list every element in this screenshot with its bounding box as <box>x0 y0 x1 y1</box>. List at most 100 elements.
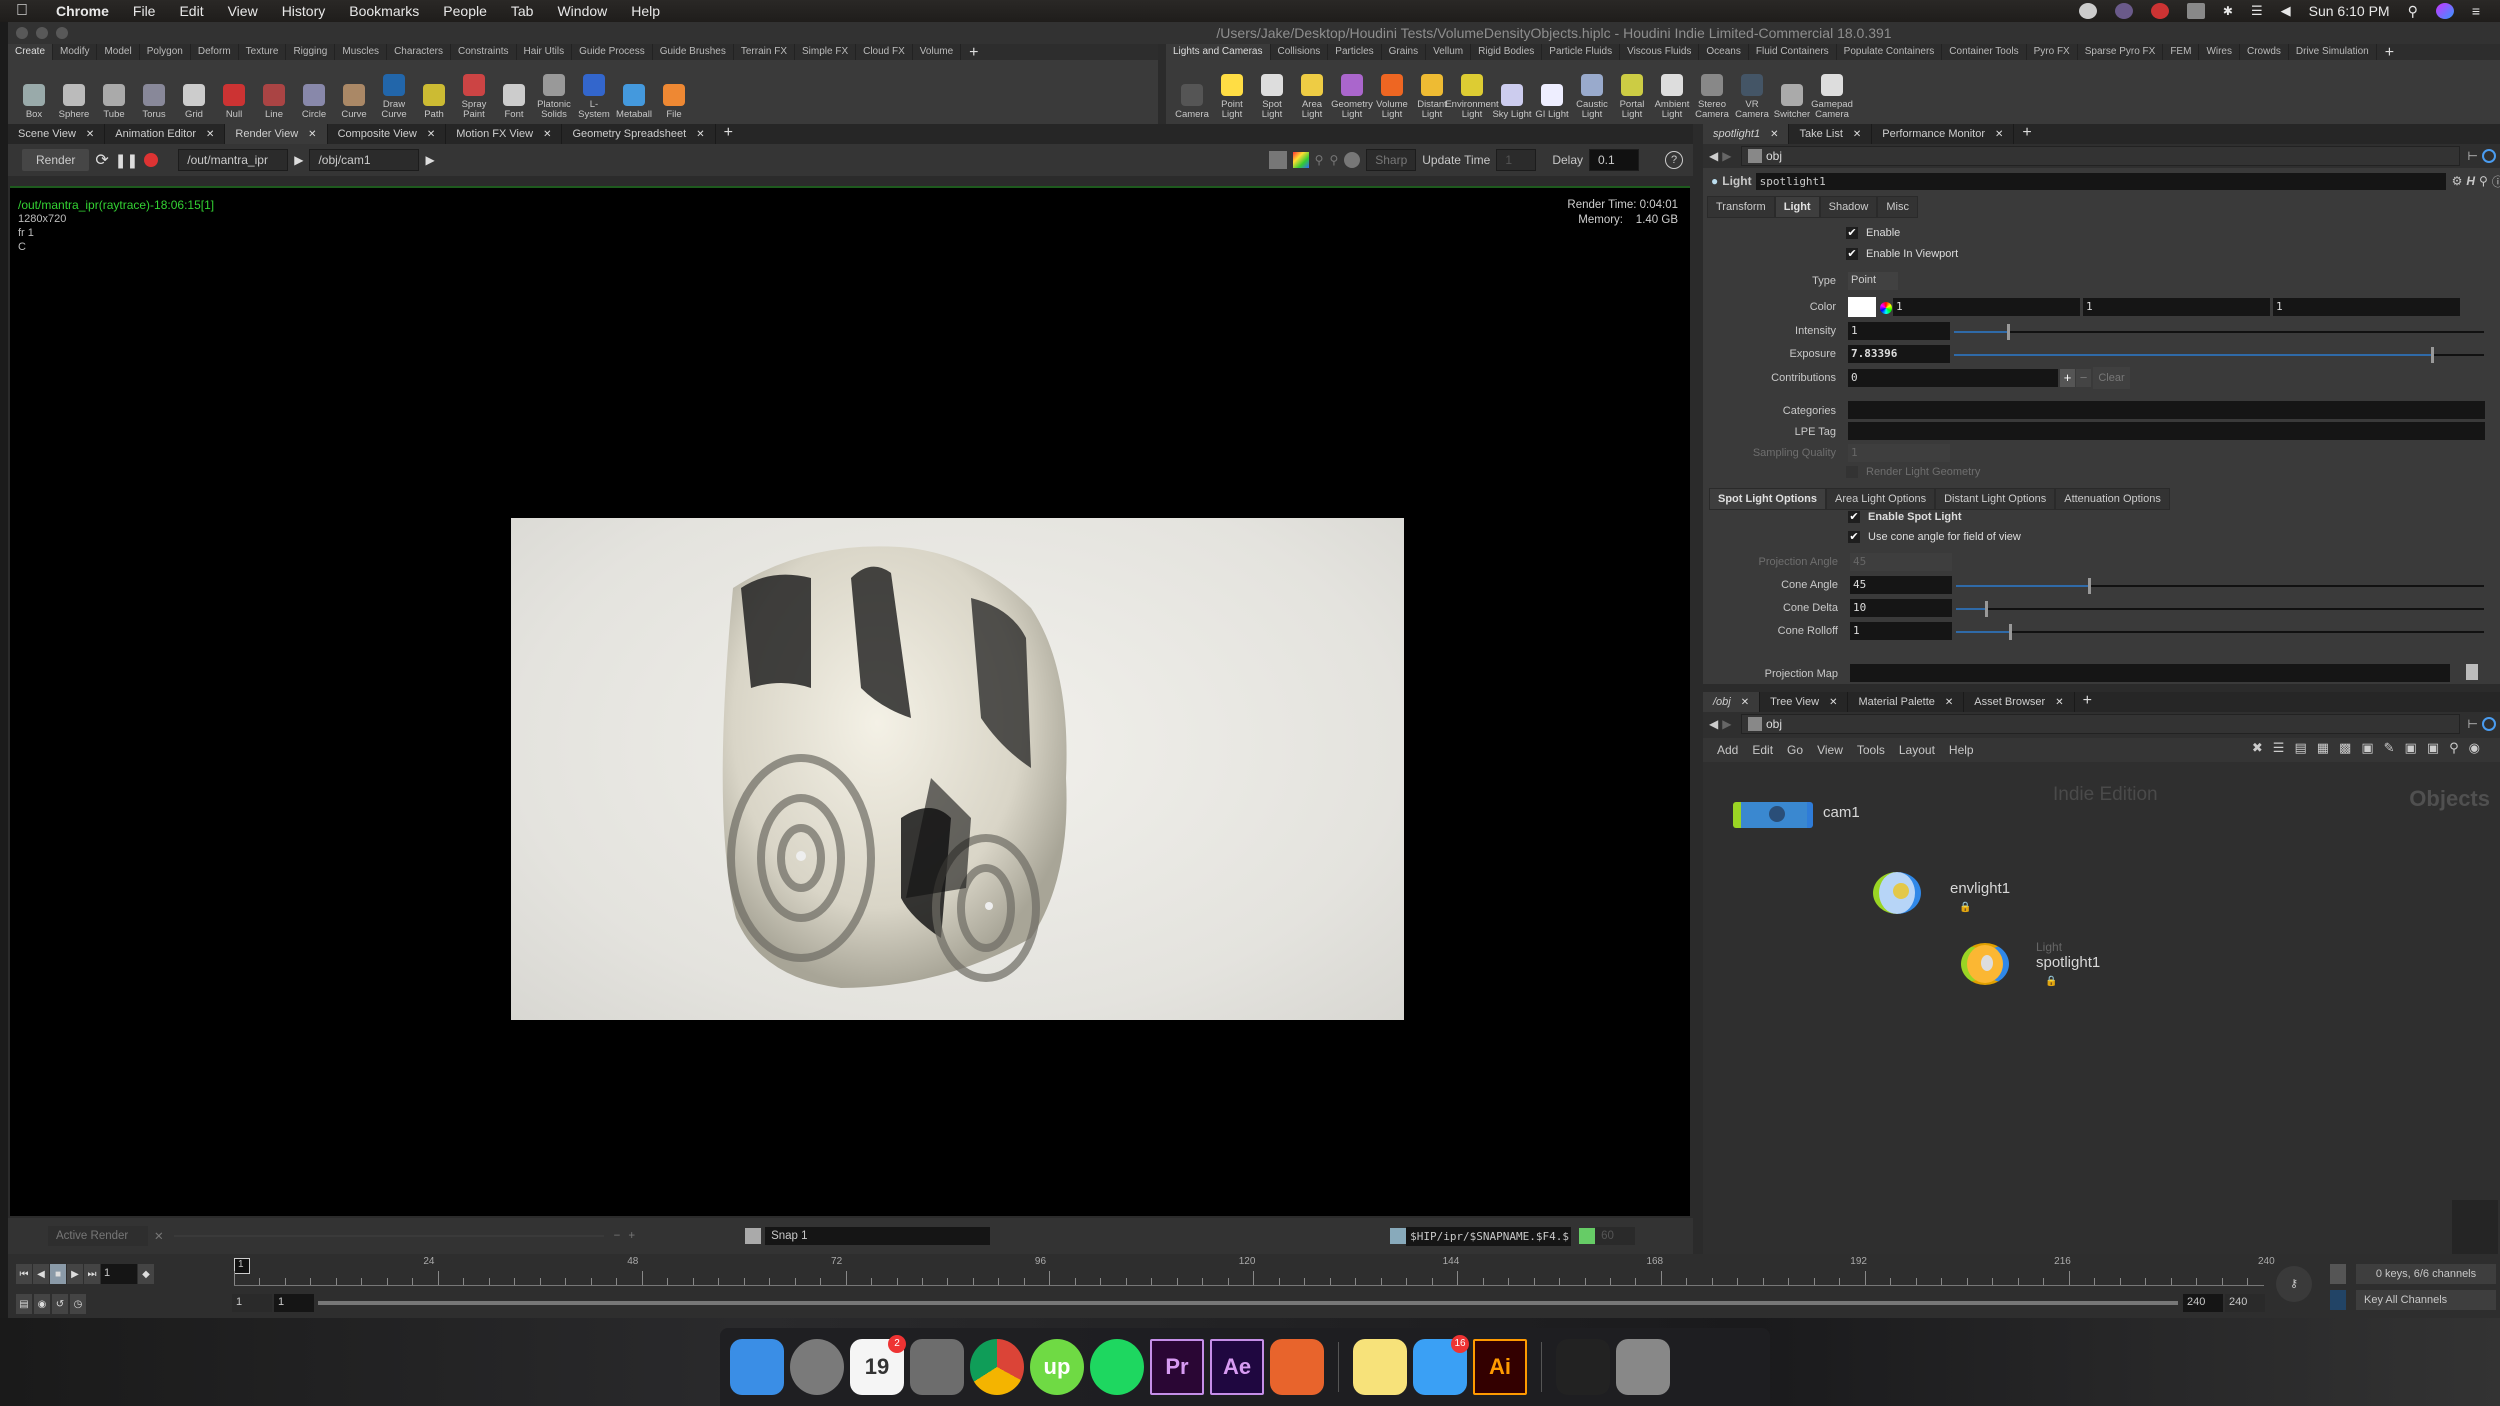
color-g-field[interactable]: 1 <box>2083 298 2270 316</box>
menu-app-chrome[interactable]: Chrome <box>44 3 121 19</box>
shelf-tool-caustic-light[interactable]: Caustic Light <box>1572 74 1612 124</box>
jump-start-button[interactable]: ⏮ <box>16 1264 32 1284</box>
pane-tab-asset-browser[interactable]: Asset Browser ✕ <box>1964 692 2075 712</box>
menu-bookmarks[interactable]: Bookmarks <box>337 3 431 19</box>
pane-tab-take-list[interactable]: Take List ✕ <box>1789 124 1873 144</box>
dock-app-messages[interactable]: 16 <box>1413 1335 1469 1395</box>
shelf-tool-point-light[interactable]: Point Light <box>1212 74 1252 124</box>
snapshot-path-field[interactable]: $HIP/ipr/$SNAPNAME.$F4.$ <box>1406 1226 1572 1246</box>
dock-app-launchpad[interactable] <box>790 1339 844 1395</box>
cone-angle-slider[interactable] <box>1956 578 2484 594</box>
update-time-field[interactable]: 1 <box>1496 149 1537 171</box>
param-tab-shadow[interactable]: Shadow <box>1819 196 1878 218</box>
color-b-field[interactable]: 1 <box>2273 298 2460 316</box>
network-editor[interactable]: ◀ ▶ obj ⊢ Add Edit Go View Tools Layout Help ✖… <box>1703 712 2500 1272</box>
current-frame-field[interactable]: 1 <box>101 1264 137 1284</box>
pin-pane-icon[interactable]: ⊢ <box>2468 149 2478 163</box>
pause-icon[interactable]: ❚❚ <box>115 152 138 169</box>
package-icon[interactable]: ▣ <box>2427 740 2439 756</box>
snapshot-history-icon[interactable] <box>1579 1228 1596 1244</box>
dock-app-chrome[interactable] <box>970 1339 1024 1395</box>
shelf-tab-wires[interactable]: Wires <box>2199 44 2240 60</box>
close-tab-icon[interactable]: ✕ <box>308 129 316 140</box>
remove-contribution-button[interactable]: − <box>2076 369 2091 387</box>
close-tab-icon[interactable]: ✕ <box>1741 697 1749 708</box>
pane-tab-motion-fx-view[interactable]: Motion FX View ✕ <box>446 124 563 144</box>
enable-viewport-checkbox[interactable]: ✔ Enable In Viewport <box>1846 248 1958 260</box>
shelf-tool-area-light[interactable]: Area Light <box>1292 74 1332 124</box>
add-shelf-tab-button[interactable]: + <box>961 44 986 61</box>
back-arrow-icon[interactable]: ◀ <box>1709 717 1718 731</box>
houdini-help-icon[interactable]: H <box>2466 174 2475 188</box>
shelf-tab-modify[interactable]: Modify <box>53 44 98 60</box>
list-icon[interactable]: ▤ <box>2294 740 2306 756</box>
delay-field[interactable]: 0.1 <box>1589 149 1639 171</box>
range-end-field[interactable]: 240 <box>2183 1294 2223 1312</box>
exposure-field[interactable]: 7.83396 <box>1848 345 1950 363</box>
render-button[interactable]: Render <box>22 149 90 171</box>
shelf-tab-crowds[interactable]: Crowds <box>2240 44 2289 60</box>
dock-app-houdini[interactable] <box>1270 1339 1324 1395</box>
shelf-tool-tube[interactable]: Tube <box>94 84 134 124</box>
sticky-note-icon[interactable]: ✎ <box>2384 740 2395 756</box>
shelf-tab-sparse-pyro-fx[interactable]: Sparse Pyro FX <box>2078 44 2164 60</box>
audio-icon[interactable]: ◉ <box>34 1294 50 1314</box>
shelf-tool-vr-camera[interactable]: VR Camera <box>1732 74 1772 124</box>
wifi-icon[interactable]: ☰ <box>2251 3 2263 19</box>
node-cam1[interactable] <box>1733 802 1813 828</box>
shelf-tab-terrain-fx[interactable]: Terrain FX <box>734 44 795 60</box>
shelf-tab-lights-and-cameras[interactable]: Lights and Cameras <box>1166 44 1271 60</box>
color-palette-icon[interactable]: ▦ <box>2317 740 2329 756</box>
network-menu-tools[interactable]: Tools <box>1857 743 1885 757</box>
range-slider[interactable] <box>318 1301 2178 1305</box>
volume-icon[interactable]: ◀ <box>2281 3 2291 19</box>
help-icon[interactable]: ? <box>1665 151 1683 169</box>
stop-button[interactable]: ■ <box>50 1264 66 1284</box>
refresh-icon[interactable]: ⟳ <box>95 150 108 170</box>
range-start2-field[interactable]: 1 <box>274 1294 314 1312</box>
contributions-field[interactable]: 0 <box>1848 369 2058 387</box>
notification-center-icon[interactable]: ≡ <box>2472 3 2480 19</box>
type-select[interactable]: Point <box>1848 272 1898 290</box>
search-icon[interactable]: ⚲ <box>2479 174 2488 188</box>
color-wheel-icon[interactable] <box>1880 302 1892 314</box>
exposure-slider[interactable] <box>1954 347 2484 363</box>
shelf-tool-camera[interactable]: Camera <box>1172 84 1212 124</box>
pane-tab-obj[interactable]: /obj ✕ <box>1703 692 1761 712</box>
link-pane-icon[interactable] <box>2482 149 2496 163</box>
projection-map-field[interactable] <box>1850 664 2450 682</box>
color-swatch[interactable] <box>1848 297 1876 317</box>
dock-app-finder[interactable] <box>730 1339 784 1395</box>
network-menu-layout[interactable]: Layout <box>1899 743 1935 757</box>
shelf-tab-fluid-containers[interactable]: Fluid Containers <box>1749 44 1837 60</box>
lpe-tag-field[interactable] <box>1848 422 2485 440</box>
zoom-view-icon[interactable]: ⚲ <box>1329 153 1338 167</box>
shelf-tool-sky-light[interactable]: Sky Light <box>1492 84 1532 124</box>
close-tab-icon[interactable]: ✕ <box>1945 697 1953 708</box>
add-pane-tab-button[interactable]: + <box>2014 124 2039 144</box>
add-pane-tab-button[interactable]: + <box>2075 692 2100 712</box>
dock-app-upwork[interactable]: up <box>1030 1339 1084 1395</box>
shelf-tab-deform[interactable]: Deform <box>191 44 239 60</box>
network-menu-go[interactable]: Go <box>1787 743 1803 757</box>
channel-refresh-icon[interactable] <box>2330 1264 2346 1284</box>
shelf-tab-volume[interactable]: Volume <box>913 44 962 60</box>
shelf-tool-file[interactable]: File <box>654 84 694 124</box>
network-menu-add[interactable]: Add <box>1717 743 1738 757</box>
shelf-tab-drive-simulation[interactable]: Drive Simulation <box>2289 44 2377 60</box>
close-tab-icon[interactable]: ✕ <box>696 129 704 140</box>
menu-people[interactable]: People <box>431 3 499 19</box>
pin-icon[interactable]: ⚲ <box>1315 153 1324 167</box>
network-box-icon[interactable]: ▣ <box>2361 740 2373 756</box>
shelf-tool-draw-curve[interactable]: Draw Curve <box>374 74 414 124</box>
param-tab-spot-light-options[interactable]: Spot Light Options <box>1709 488 1826 510</box>
clear-button[interactable]: Clear <box>2093 367 2130 389</box>
pane-tab-spotlight1[interactable]: spotlight1 ✕ <box>1703 124 1790 144</box>
close-tab-icon[interactable]: ✕ <box>543 129 551 140</box>
pin-pane-icon[interactable]: ⊢ <box>2468 717 2478 731</box>
pane-tab-composite-view[interactable]: Composite View ✕ <box>328 124 447 144</box>
dock-app-calendar[interactable]: 19 2 <box>850 1335 906 1395</box>
shelf-tab-fem[interactable]: FEM <box>2163 44 2200 60</box>
close-tab-icon[interactable]: ✕ <box>1829 697 1837 708</box>
siri-icon[interactable] <box>2435 3 2454 19</box>
